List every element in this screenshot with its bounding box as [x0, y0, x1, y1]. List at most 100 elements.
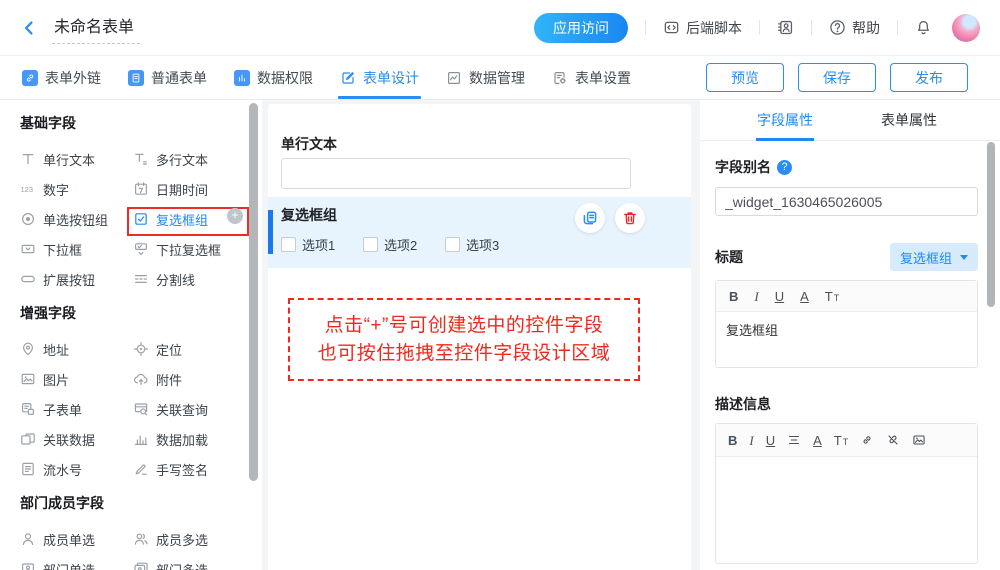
- field-item-image[interactable]: 图片: [20, 370, 133, 389]
- help-button[interactable]: 帮助: [829, 18, 880, 38]
- number-icon: 123: [20, 181, 36, 197]
- add-field-plus-button[interactable]: +: [227, 208, 243, 224]
- field-actions: [575, 203, 645, 233]
- section-title: 基础字段: [20, 116, 262, 131]
- toolbar-font-size-button[interactable]: T: [825, 290, 839, 303]
- description-editor-toolbar: BIU AT: [716, 424, 977, 457]
- gear-doc-icon: [552, 70, 568, 86]
- field-item-multi-line-text[interactable]: 多行文本: [133, 150, 242, 169]
- bell-icon[interactable]: [915, 19, 932, 36]
- description-label: 描述信息: [715, 394, 771, 414]
- field-item-location[interactable]: 定位: [133, 340, 242, 359]
- field-item-data-load[interactable]: 数据加载: [133, 430, 242, 449]
- avatar[interactable]: [952, 14, 980, 42]
- chart-icon: [446, 70, 462, 86]
- help-label: 帮助: [852, 18, 880, 38]
- tab-form-settings[interactable]: 表单设置: [552, 56, 631, 99]
- toolbar-insert-image-button[interactable]: [912, 433, 926, 447]
- field-item-lookup[interactable]: 关联查询: [133, 400, 242, 419]
- field-label: 单行文本: [281, 134, 691, 152]
- field-item-checkbox-group[interactable]: 复选框组 +: [133, 210, 242, 229]
- backend-script-label: 后端脚本: [686, 18, 742, 38]
- field-item-member-multi[interactable]: 成员多选: [133, 530, 242, 549]
- tip-line: 也可按住拖拽至控件字段设计区域: [318, 340, 611, 368]
- contacts-icon[interactable]: [777, 19, 794, 36]
- field-item-single-line-text[interactable]: 单行文本: [20, 150, 133, 169]
- toolbar-remove-link-button[interactable]: [886, 433, 900, 447]
- app-access-button[interactable]: 应用访问: [534, 13, 628, 43]
- toolbar-underline-button[interactable]: U: [775, 290, 784, 303]
- tab-form-properties[interactable]: 表单属性: [881, 100, 937, 141]
- tab-normal-form[interactable]: 普通表单: [128, 56, 207, 99]
- selected-checkbox-group-field[interactable]: 复选框组 选项1 选项2 选项3: [268, 197, 691, 268]
- toolbar-align-button[interactable]: [787, 433, 801, 447]
- radio-icon: [20, 211, 36, 227]
- field-alias-input[interactable]: [715, 187, 978, 216]
- field-item-member-single[interactable]: 成员单选: [20, 530, 133, 549]
- back-icon[interactable]: [20, 19, 38, 37]
- selection-bar: [268, 210, 273, 254]
- tab-data-permission[interactable]: 数据权限: [234, 56, 313, 99]
- field-item-dept-single[interactable]: 部门单选: [20, 560, 133, 570]
- dept-multi-icon: [133, 561, 149, 570]
- toolbar-font-color-button[interactable]: A: [813, 434, 822, 447]
- checkbox-option[interactable]: 选项3: [445, 235, 527, 254]
- panel-scrollbar[interactable]: [987, 142, 995, 307]
- toolbar-underline-button[interactable]: U: [766, 434, 775, 447]
- title-editor-content[interactable]: 复选框组: [716, 312, 977, 367]
- title-editor: B I U A T 复选框组: [715, 280, 978, 368]
- trash-icon: [622, 210, 638, 226]
- tab-form-design[interactable]: 表单设计: [340, 56, 419, 99]
- title-editor-toolbar: BIUAT: [716, 281, 977, 312]
- publish-button[interactable]: 发布: [890, 63, 968, 92]
- single-line-text-field[interactable]: 单行文本: [281, 134, 691, 189]
- delete-field-button[interactable]: [615, 203, 645, 233]
- description-editor-content[interactable]: [716, 457, 977, 563]
- field-item-dept-multi[interactable]: 部门多选: [133, 560, 242, 570]
- description-row: 描述信息: [715, 394, 978, 414]
- field-item-extend-button[interactable]: 扩展按钮: [20, 270, 133, 289]
- toolbar-bold-button[interactable]: B: [728, 434, 737, 447]
- tab-field-properties[interactable]: 字段属性: [757, 100, 813, 141]
- widget-type-dropdown[interactable]: 复选框组: [890, 243, 978, 271]
- checkbox-option[interactable]: 选项2: [363, 235, 445, 254]
- field-item-serial-number[interactable]: 流水号: [20, 460, 133, 479]
- tip-line: 点击“+”号可创建选中的控件字段: [325, 312, 604, 340]
- location-icon: [133, 341, 149, 357]
- save-button[interactable]: 保存: [798, 63, 876, 92]
- field-item-linked-data[interactable]: 关联数据: [20, 430, 133, 449]
- checkbox-icon[interactable]: [363, 237, 378, 252]
- form-title[interactable]: 未命名表单: [52, 11, 140, 44]
- field-item-address[interactable]: 地址: [20, 340, 133, 359]
- toolbar-font-color-button[interactable]: A: [800, 290, 809, 303]
- field-item-divider[interactable]: 分割线: [133, 270, 242, 289]
- checkbox-icon[interactable]: [445, 237, 460, 252]
- field-item-attachment[interactable]: 附件: [133, 370, 242, 389]
- toolbar-insert-link-button[interactable]: [860, 433, 874, 447]
- question-badge-icon[interactable]: ?: [777, 160, 792, 175]
- app-root: 未命名表单 应用访问 后端脚本 帮助 表单外链 普通表单: [0, 0, 1000, 570]
- toolbar-italic-button[interactable]: I: [754, 290, 758, 303]
- tab-data-management[interactable]: 数据管理: [446, 56, 525, 99]
- toolbar-italic-button[interactable]: I: [749, 434, 753, 447]
- checkbox-option[interactable]: 选项1: [281, 235, 363, 254]
- sidebar-scrollbar[interactable]: [249, 103, 258, 481]
- single-line-text-input[interactable]: [281, 158, 631, 189]
- field-item-datetime[interactable]: 日期时间: [133, 180, 242, 199]
- text-single-icon: [20, 151, 36, 167]
- field-item-multi-select[interactable]: 下拉复选框: [133, 240, 242, 259]
- field-item-subform[interactable]: 子表单: [20, 400, 133, 419]
- tab-form-link[interactable]: 表单外链: [22, 56, 101, 99]
- field-item-signature[interactable]: 手写签名: [133, 460, 242, 479]
- checkbox-icon[interactable]: [281, 237, 296, 252]
- field-item-number[interactable]: 123 数字: [20, 180, 133, 199]
- backend-script-button[interactable]: 后端脚本: [663, 18, 742, 38]
- toolbar-bold-button[interactable]: B: [729, 290, 738, 303]
- field-item-select[interactable]: 下拉框: [20, 240, 133, 259]
- attachment-icon: [133, 371, 149, 387]
- field-item-radio-group[interactable]: 单选按钮组: [20, 210, 133, 229]
- chevron-down-icon: [960, 255, 968, 260]
- copy-field-button[interactable]: [575, 203, 605, 233]
- preview-button[interactable]: 预览: [706, 63, 784, 92]
- toolbar-font-size-button[interactable]: T: [834, 434, 848, 447]
